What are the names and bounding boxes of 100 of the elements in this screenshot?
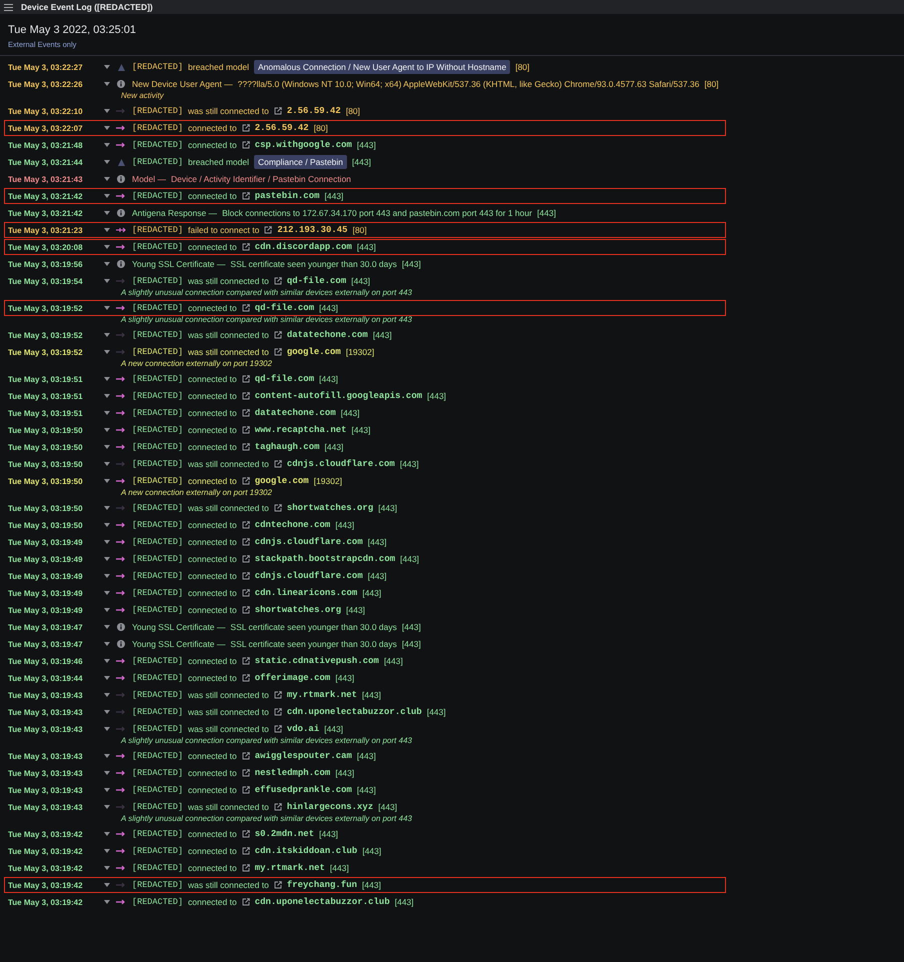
caret-icon[interactable] [104,109,110,113]
host-link[interactable]: cdnjs.cloudflare.com [254,537,363,547]
caret-icon[interactable] [104,160,110,164]
host-link[interactable]: cdn.linearicons.com [254,588,358,598]
caret-icon[interactable] [104,625,110,629]
host-link[interactable]: stackpath.bootstrapcdn.com [254,554,396,564]
host-link[interactable]: awigglespouter.cam [254,751,352,761]
caret-icon[interactable] [104,211,110,215]
host-link[interactable]: 212.193.30.45 [277,225,348,235]
caret-icon[interactable] [104,659,110,663]
caret-icon[interactable] [104,350,110,354]
caret-icon[interactable] [104,462,110,466]
host-link[interactable]: hinlargecons.xyz [286,802,374,812]
caret-icon[interactable] [104,82,110,86]
caret-icon[interactable] [104,540,110,544]
host-link[interactable]: cdn.uponelectabuzzor.club [286,707,422,717]
caret-icon[interactable] [104,574,110,578]
host-link[interactable]: freychang.fun [286,880,358,890]
caret-icon[interactable] [104,143,110,147]
host-link[interactable]: cdn.uponelectabuzzor.club [254,897,390,907]
caret-icon[interactable] [104,333,110,337]
host-link[interactable]: my.rtmark.net [254,863,325,873]
caret-icon[interactable] [104,445,110,449]
host-link[interactable]: shortwatches.org [286,503,374,513]
caret-icon[interactable] [104,866,110,870]
caret-icon[interactable] [104,608,110,612]
caret-icon[interactable] [104,479,110,483]
host-link[interactable]: qd-file.com [254,374,314,384]
menu-icon[interactable] [4,4,13,10]
host-link[interactable]: s0.2mdn.net [254,829,314,839]
host-link[interactable]: nestledmph.com [254,768,330,778]
caret-icon[interactable] [104,245,110,249]
caret-icon[interactable] [104,428,110,432]
caret-icon[interactable] [104,228,110,232]
host-link[interactable]: content-autofill.googleapis.com [254,391,422,401]
host-link[interactable]: cdn.discordapp.com [254,242,352,252]
caret-icon[interactable] [104,642,110,646]
caret-icon[interactable] [104,557,110,561]
host-link[interactable]: google.com [254,476,309,486]
host-link[interactable]: qd-file.com [286,276,346,286]
info-icon [117,623,125,631]
host-link[interactable]: vdo.ai [286,724,320,734]
caret-icon[interactable] [104,676,110,680]
host-link[interactable]: taghaugh.com [254,442,320,452]
arrow-icon [116,332,126,338]
caret-icon[interactable] [104,849,110,853]
caret-icon[interactable] [104,177,110,181]
caret-icon[interactable] [104,523,110,527]
port-label: [19302] [346,347,374,357]
caret-icon[interactable] [104,262,110,266]
host-link[interactable]: cdntechone.com [254,520,330,530]
host-link[interactable]: cdnjs.cloudflare.com [254,571,363,581]
event-title: Young SSL Certificate — [132,259,226,269]
caret-icon[interactable] [104,832,110,836]
host-link[interactable]: csp.withgoogle.com [254,140,352,150]
event-verb: breached model [188,62,249,72]
external-link-icon [242,555,250,563]
host-link[interactable]: www.recaptcha.net [254,425,347,435]
caret-icon[interactable] [104,411,110,415]
external-link-icon [242,786,250,794]
external-link-icon [242,769,250,777]
host-link[interactable]: datatechone.com [254,408,336,418]
port-label: [443] [356,785,376,795]
caret-icon[interactable] [104,506,110,510]
caret-icon[interactable] [104,900,110,904]
event-verb: connected to [188,408,237,418]
caret-icon[interactable] [104,65,110,69]
caret-icon[interactable] [104,754,110,758]
host-link[interactable]: cdn.itskiddoan.club [254,846,358,856]
host-link[interactable]: offerimage.com [254,673,330,683]
caret-icon[interactable] [104,727,110,731]
host-link[interactable]: 2.56.59.42 [286,106,341,116]
host-link[interactable]: static.cdnativepush.com [254,656,379,666]
host-link[interactable]: datatechone.com [286,330,368,340]
model-tag[interactable]: Compliance / Pastebin [254,155,348,169]
port-label: [443] [335,673,354,683]
caret-icon[interactable] [104,194,110,198]
caret-icon[interactable] [104,710,110,714]
caret-icon[interactable] [104,693,110,697]
caret-icon[interactable] [104,377,110,381]
caret-icon[interactable] [104,279,110,283]
caret-icon[interactable] [104,394,110,398]
host-link[interactable]: pastebin.com [254,191,320,201]
host-link[interactable]: cdnjs.cloudflare.com [286,459,395,469]
event-title: Model — [132,174,166,184]
caret-icon[interactable] [104,805,110,809]
caret-icon[interactable] [104,883,110,887]
host-link[interactable]: effusedprankle.com [254,785,352,795]
caret-icon[interactable] [104,788,110,792]
caret-icon[interactable] [104,591,110,595]
host-link[interactable]: my.rtmark.net [286,690,358,700]
host-link[interactable]: shortwatches.org [254,605,342,615]
host-link[interactable]: 2.56.59.42 [254,123,309,133]
arrow-icon [116,675,126,681]
model-tag[interactable]: Anomalous Connection / New User Agent to IP Without Hostname [254,60,510,74]
caret-icon[interactable] [104,126,110,130]
caret-icon[interactable] [104,771,110,775]
host-link[interactable]: google.com [286,347,341,357]
host-link[interactable]: qd-file.com [254,303,314,313]
caret-icon[interactable] [104,306,110,310]
